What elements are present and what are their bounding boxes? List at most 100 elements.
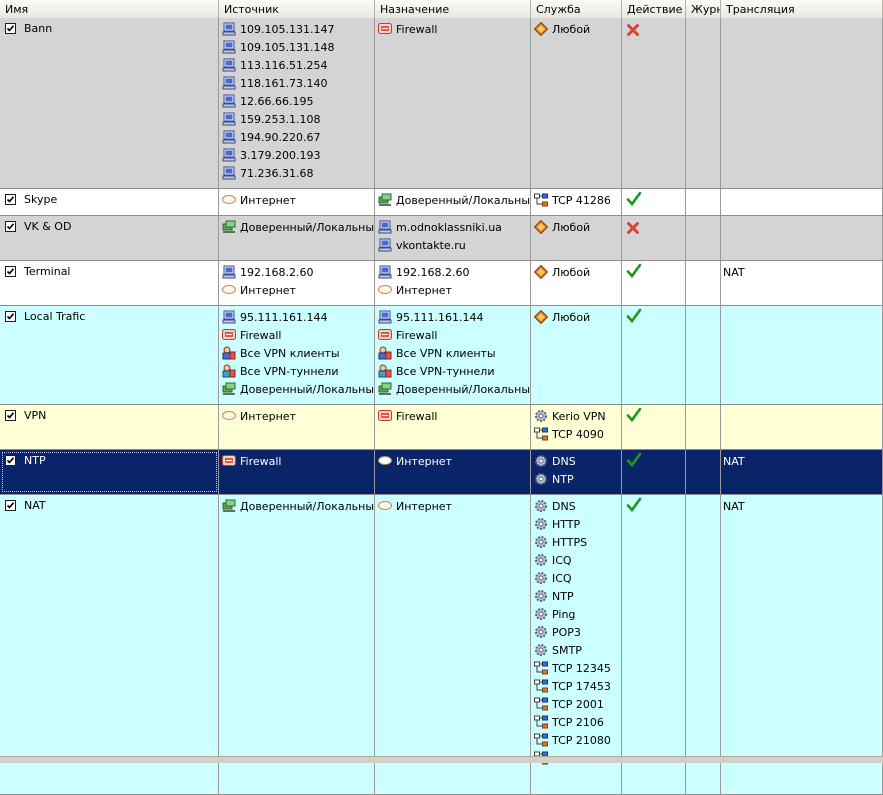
- cell-name[interactable]: Local Trafic: [0, 306, 219, 404]
- cell-translation[interactable]: NAT: [721, 495, 883, 794]
- cell-destination[interactable]: Интернет: [375, 495, 531, 794]
- cell-service[interactable]: Kerio VPN TCP 4090: [531, 405, 622, 449]
- cell-translation[interactable]: [721, 216, 883, 260]
- cell-action[interactable]: [622, 189, 686, 215]
- cell-translation[interactable]: [721, 306, 883, 404]
- rule-row[interactable]: Bann 109.105.131.147 109.105.131.148 113.11…: [0, 18, 883, 189]
- tcp-port-icon: [534, 427, 548, 441]
- rule-row[interactable]: Local Trafic 95.111.161.144 Firewall Все VP…: [0, 306, 883, 405]
- cell-action[interactable]: [622, 261, 686, 305]
- deny-x-icon[interactable]: [626, 221, 640, 238]
- cell-log[interactable]: [686, 189, 721, 215]
- cell-action[interactable]: [622, 495, 686, 794]
- column-header-action[interactable]: Действие: [622, 0, 686, 18]
- cell-action[interactable]: [622, 450, 686, 494]
- rule-row[interactable]: Skype Интернет Доверенный/Локальный TCP 412…: [0, 189, 883, 216]
- allow-check-icon[interactable]: [626, 407, 642, 426]
- rule-enabled-checkbox[interactable]: [5, 23, 16, 34]
- internet-icon: [222, 283, 236, 297]
- column-header-service[interactable]: Служба: [531, 0, 622, 18]
- cell-source[interactable]: Доверенный/Локальный: [219, 216, 375, 260]
- cell-log[interactable]: [686, 261, 721, 305]
- cell-translation[interactable]: NAT: [721, 261, 883, 305]
- cell-log[interactable]: [686, 18, 721, 188]
- column-header-name[interactable]: Имя: [0, 0, 219, 18]
- rule-row[interactable]: Terminal 192.168.2.60 Интернет 192.168.2.60…: [0, 261, 883, 306]
- cell-log[interactable]: [686, 495, 721, 794]
- cell-log[interactable]: [686, 405, 721, 449]
- cell-log[interactable]: [686, 306, 721, 404]
- allow-check-icon[interactable]: [626, 263, 642, 282]
- cell-destination[interactable]: Доверенный/Локальный: [375, 189, 531, 215]
- allow-check-icon[interactable]: [626, 308, 642, 327]
- cell-source[interactable]: Firewall: [219, 450, 375, 494]
- cell-service[interactable]: Любой: [531, 18, 622, 188]
- cell-service[interactable]: Любой: [531, 216, 622, 260]
- deny-x-icon[interactable]: [626, 23, 640, 40]
- column-header-destination[interactable]: Назначение: [375, 0, 531, 18]
- trusted-network-icon: [378, 382, 392, 396]
- cell-action[interactable]: [622, 216, 686, 260]
- cell-action[interactable]: [622, 18, 686, 188]
- cell-source[interactable]: 95.111.161.144 Firewall Все VPN клиенты Все…: [219, 306, 375, 404]
- cell-destination[interactable]: 95.111.161.144 Firewall Все VPN клиенты Все…: [375, 306, 531, 404]
- cell-name[interactable]: VK & OD: [0, 216, 219, 260]
- rule-enabled-checkbox[interactable]: [5, 410, 16, 421]
- cell-service[interactable]: TCP 41286: [531, 189, 622, 215]
- service-gear-icon: [534, 472, 548, 486]
- rule-row[interactable]: VPN Интернет Firewall Kerio VPN TCP 4090: [0, 405, 883, 450]
- cell-destination[interactable]: m.odnoklassniki.ua vkontakte.ru: [375, 216, 531, 260]
- cell-action[interactable]: [622, 405, 686, 449]
- cell-source[interactable]: 109.105.131.147 109.105.131.148 113.116.51…: [219, 18, 375, 188]
- cell-service[interactable]: Любой: [531, 261, 622, 305]
- cell-translation[interactable]: [721, 189, 883, 215]
- rule-enabled-checkbox[interactable]: [5, 221, 16, 232]
- service-item-label: Любой: [552, 23, 591, 36]
- cell-destination[interactable]: Firewall: [375, 18, 531, 188]
- cell-translation[interactable]: [721, 18, 883, 188]
- cell-name[interactable]: NTP: [0, 450, 219, 494]
- computer-icon: [222, 22, 236, 36]
- allow-check-icon[interactable]: [626, 452, 642, 471]
- cell-source[interactable]: Интернет: [219, 405, 375, 449]
- column-header-translation[interactable]: Трансляция: [721, 0, 883, 18]
- cell-name[interactable]: Bann: [0, 18, 219, 188]
- rule-enabled-checkbox[interactable]: [5, 500, 16, 511]
- source-item: 3.179.200.193: [222, 147, 320, 165]
- cell-translation[interactable]: [721, 405, 883, 449]
- cell-name[interactable]: NAT: [0, 495, 219, 794]
- cell-name[interactable]: VPN: [0, 405, 219, 449]
- rule-enabled-checkbox[interactable]: [5, 194, 16, 205]
- cell-service[interactable]: DNS NTP: [531, 450, 622, 494]
- cell-service[interactable]: DNS HTTP HTTPS ICQ ICQ NTP Ping POP3 SMTP TCP 123…: [531, 495, 622, 794]
- cell-source[interactable]: 192.168.2.60 Интернет: [219, 261, 375, 305]
- cell-service[interactable]: Любой: [531, 306, 622, 404]
- cell-name[interactable]: Skype: [0, 189, 219, 215]
- rule-enabled-checkbox[interactable]: [5, 455, 16, 466]
- cell-log[interactable]: [686, 450, 721, 494]
- service-item: TCP 41286: [534, 192, 611, 210]
- rule-row[interactable]: NTP Firewall Интернет DNS NTP NAT: [0, 450, 883, 495]
- column-header-source[interactable]: Источник: [219, 0, 375, 18]
- cell-name[interactable]: Terminal: [0, 261, 219, 305]
- rule-row[interactable]: NAT Доверенный/Локальный Интернет DNS HTTP HT…: [0, 495, 883, 795]
- cell-destination[interactable]: Интернет: [375, 450, 531, 494]
- cell-log[interactable]: [686, 216, 721, 260]
- rule-enabled-checkbox[interactable]: [5, 311, 16, 322]
- service-item: HTTP: [534, 516, 580, 534]
- rule-enabled-checkbox[interactable]: [5, 266, 16, 277]
- allow-check-icon[interactable]: [626, 497, 642, 516]
- cell-action[interactable]: [622, 306, 686, 404]
- service-item: ICQ: [534, 570, 572, 588]
- cell-translation[interactable]: NAT: [721, 450, 883, 494]
- cell-source[interactable]: Доверенный/Локальный: [219, 495, 375, 794]
- rule-row[interactable]: VK & OD Доверенный/Локальный m.odnoklassni…: [0, 216, 883, 261]
- cell-destination[interactable]: 192.168.2.60 Интернет: [375, 261, 531, 305]
- service-item: NTP: [534, 471, 574, 489]
- column-header-log[interactable]: Журн: [686, 0, 721, 18]
- cell-destination[interactable]: Firewall: [375, 405, 531, 449]
- cell-source[interactable]: Интернет: [219, 189, 375, 215]
- allow-check-icon[interactable]: [626, 191, 642, 210]
- service-item-label: TCP 21080: [552, 734, 611, 747]
- service-item-label: Любой: [552, 311, 591, 324]
